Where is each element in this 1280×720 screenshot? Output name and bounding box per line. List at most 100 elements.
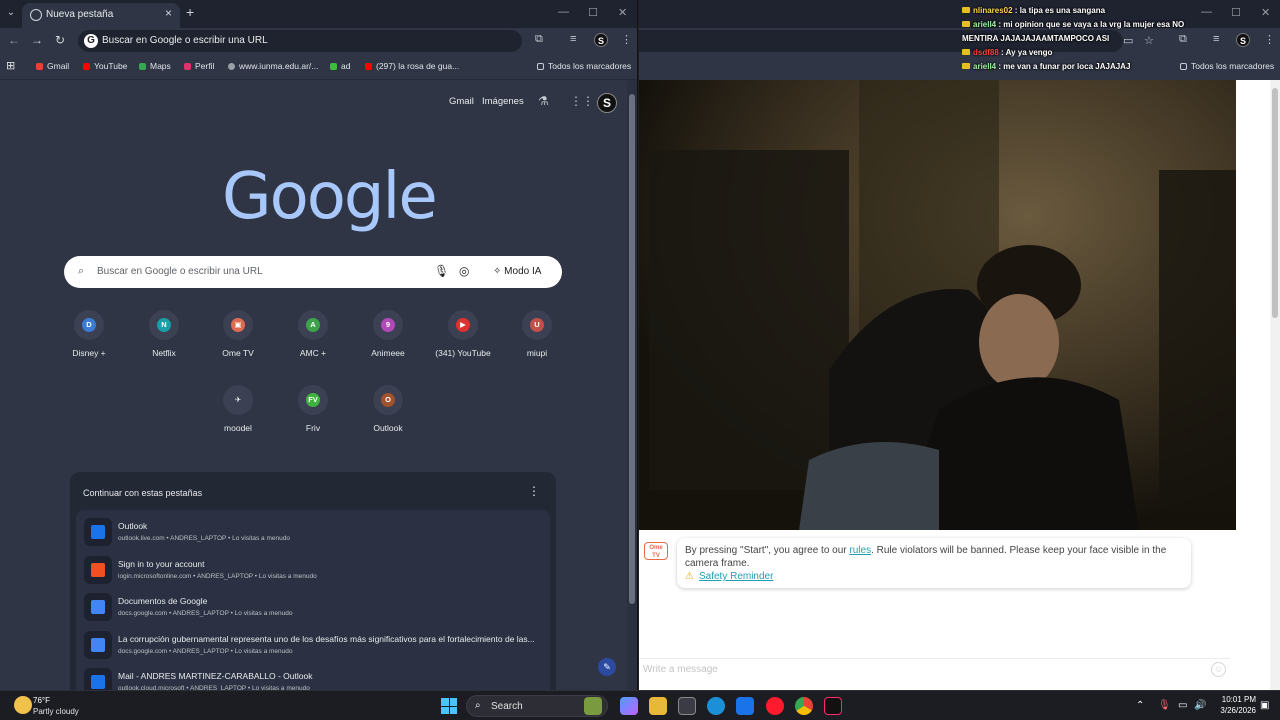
safety-reminder-link[interactable]: ⚠ Safety Reminder — [685, 571, 773, 582]
address-bar[interactable]: G Buscar en Google o escribir una URL — [78, 30, 522, 52]
menu-icon[interactable]: ⋮ — [1264, 33, 1275, 46]
scrollbar[interactable] — [1270, 80, 1280, 690]
chat-username: dsdf88 — [973, 48, 999, 57]
gmail-link[interactable]: Gmail — [449, 96, 474, 107]
show-hidden-icons[interactable]: ⌃ — [1136, 700, 1144, 711]
chat-badge-icon — [962, 21, 970, 27]
message-input[interactable]: Write a message ☺ — [639, 658, 1230, 680]
maximize-button[interactable]: ☐ — [588, 6, 598, 19]
shortcut-9[interactable]: O Outlook — [353, 385, 423, 433]
ad-icon — [330, 63, 337, 70]
bookmark-maps[interactable]: Maps — [139, 61, 171, 71]
new-tab-button[interactable]: + — [186, 4, 194, 20]
shortcut-glyph: D — [82, 318, 96, 332]
search-icon: ⌕ — [475, 700, 481, 711]
tab-search-dropdown[interactable]: ⌄ — [4, 4, 18, 22]
shortcut-5[interactable]: ▶ (341) YouTube — [428, 310, 498, 358]
all-bookmarks[interactable]: Todos los marcadores — [537, 61, 631, 71]
bookmark-perfil[interactable]: Perfil — [184, 61, 214, 71]
forward-button[interactable]: → — [31, 33, 43, 47]
media-controls-icon[interactable]: ≡ — [570, 33, 576, 45]
minimize-button[interactable]: — — [558, 6, 569, 18]
network-icon[interactable]: ▭ — [1178, 700, 1187, 711]
bookmark-la-rosa[interactable]: (297) la rosa de gua... — [365, 61, 459, 71]
shortcut-4[interactable]: 9 Animeee — [353, 310, 423, 358]
tiktok-icon[interactable] — [824, 697, 842, 715]
ai-mode-button[interactable]: ✧ Modo IA — [493, 266, 541, 277]
clock-date[interactable]: 3/26/2026 — [1212, 706, 1256, 715]
customize-pencil-icon[interactable]: ✎ — [598, 658, 616, 676]
menu-icon[interactable]: ⋮ — [621, 33, 632, 46]
shortcut-6[interactable]: Umiupi — [502, 310, 572, 358]
clock-time[interactable]: 10:01 PM — [1218, 695, 1256, 704]
continue-tab-item[interactable]: Outlook outlook.live.com • ANDRES_LAPTOP … — [80, 514, 544, 550]
maximize-button[interactable]: ☐ — [1231, 6, 1241, 19]
close-window-button[interactable]: ✕ — [618, 6, 627, 19]
windows-start-icon[interactable] — [441, 698, 457, 714]
profile-avatar[interactable]: S — [1236, 33, 1250, 47]
emoji-icon[interactable]: ☺ — [1211, 662, 1226, 677]
labs-icon[interactable]: ⚗ — [538, 94, 549, 108]
continue-tab-item[interactable]: Mail - ANDRES MARTINEZ-CARABALLO - Outlo… — [80, 664, 544, 690]
shortcut-2[interactable]: ▣ Ome TV — [203, 310, 273, 358]
shortcut-3[interactable]: A AMC + — [278, 310, 348, 358]
stream-chat-overlay: nlinares02 : la tipa es una sangana ariel… — [962, 4, 1222, 74]
bookmark-ad[interactable]: ad — [330, 61, 350, 71]
bookmark-iunma[interactable]: www.iunma.edu.ar/... — [228, 61, 318, 71]
search-box[interactable]: ⌕ Buscar en Google o escribir una URL 🎙 … — [64, 256, 562, 288]
volume-icon[interactable]: 🔊 — [1194, 700, 1206, 711]
mail-icon[interactable] — [736, 697, 754, 715]
chat-text: mi opinion que se vaya a la vrg la mujer… — [962, 20, 1185, 43]
bookmark-gmail[interactable]: Gmail — [36, 61, 69, 71]
file-explorer-icon[interactable] — [649, 697, 667, 715]
bookmark-youtube[interactable]: YouTube — [83, 61, 127, 71]
extensions-icon[interactable]: ⧉ — [535, 33, 543, 46]
microphone-icon[interactable]: 🎙 — [434, 264, 449, 278]
continue-tabs-list: Outlook outlook.live.com • ANDRES_LAPTOP … — [76, 510, 550, 690]
profile-avatar[interactable]: S — [594, 33, 608, 47]
copilot-icon[interactable] — [620, 697, 638, 715]
shortcut-8[interactable]: FV Friv — [278, 385, 348, 433]
continue-tab-title: Documentos de Google — [118, 596, 208, 606]
chat-message: ariell4 : me van a funar por loca JAJAJA… — [962, 60, 1222, 74]
store-icon[interactable] — [678, 697, 696, 715]
tab-strip: ⌄ Nueva pestaña × + — ☐ ✕ — [0, 0, 637, 28]
continue-tab-item[interactable]: La corrupción gubernamental representa u… — [80, 627, 544, 663]
close-window-button[interactable]: ✕ — [1261, 6, 1270, 19]
more-options-icon[interactable]: ⋮ — [528, 484, 540, 498]
apps-icon[interactable]: ⊞ — [6, 59, 15, 72]
continue-tab-title: Outlook — [118, 521, 148, 531]
shortcut-icon: FV — [298, 385, 328, 415]
account-avatar[interactable]: S — [597, 93, 617, 113]
shortcut-7[interactable]: ✈ moodel — [203, 385, 273, 433]
scrollbar[interactable] — [627, 80, 637, 690]
shortcut-icon: ▶ — [448, 310, 478, 340]
chat-message: dsdf88 : Ay ya vengo — [962, 46, 1222, 60]
search-highlight-icon[interactable] — [584, 697, 602, 715]
shortcut-icon: 9 — [373, 310, 403, 340]
chat-badge-icon — [962, 7, 970, 13]
edge-icon[interactable] — [707, 697, 725, 715]
shortcut-label: Animeee — [371, 348, 405, 358]
tab-new-tab[interactable]: Nueva pestaña × — [22, 3, 180, 28]
docs-icon — [84, 630, 112, 659]
weather-icon[interactable] — [14, 696, 32, 714]
lens-icon[interactable]: ◎ — [459, 264, 469, 278]
scrollbar-thumb[interactable] — [629, 94, 635, 604]
notifications-icon[interactable]: ▣ — [1260, 700, 1269, 711]
chrome-icon[interactable] — [795, 697, 813, 715]
shortcut-label: (341) YouTube — [435, 348, 491, 358]
opera-icon[interactable] — [766, 697, 784, 715]
microphone-icon[interactable]: 🎙 — [1158, 700, 1171, 711]
scrollbar-thumb[interactable] — [1272, 88, 1278, 318]
back-button[interactable]: ← — [8, 33, 20, 47]
reload-button[interactable]: ↻ — [55, 33, 65, 47]
images-link[interactable]: Imágenes — [482, 96, 524, 107]
close-tab-icon[interactable]: × — [165, 6, 172, 20]
rules-link[interactable]: rules — [849, 545, 871, 556]
shortcut-1[interactable]: N Netflix — [129, 310, 199, 358]
shortcut-label: Friv — [305, 423, 321, 433]
continue-tab-item[interactable]: Sign in to your account login.microsofton… — [80, 552, 544, 588]
shortcut-0[interactable]: D Disney + — [54, 310, 124, 358]
continue-tab-item[interactable]: Documentos de Google docs.google.com • AN… — [80, 589, 544, 625]
